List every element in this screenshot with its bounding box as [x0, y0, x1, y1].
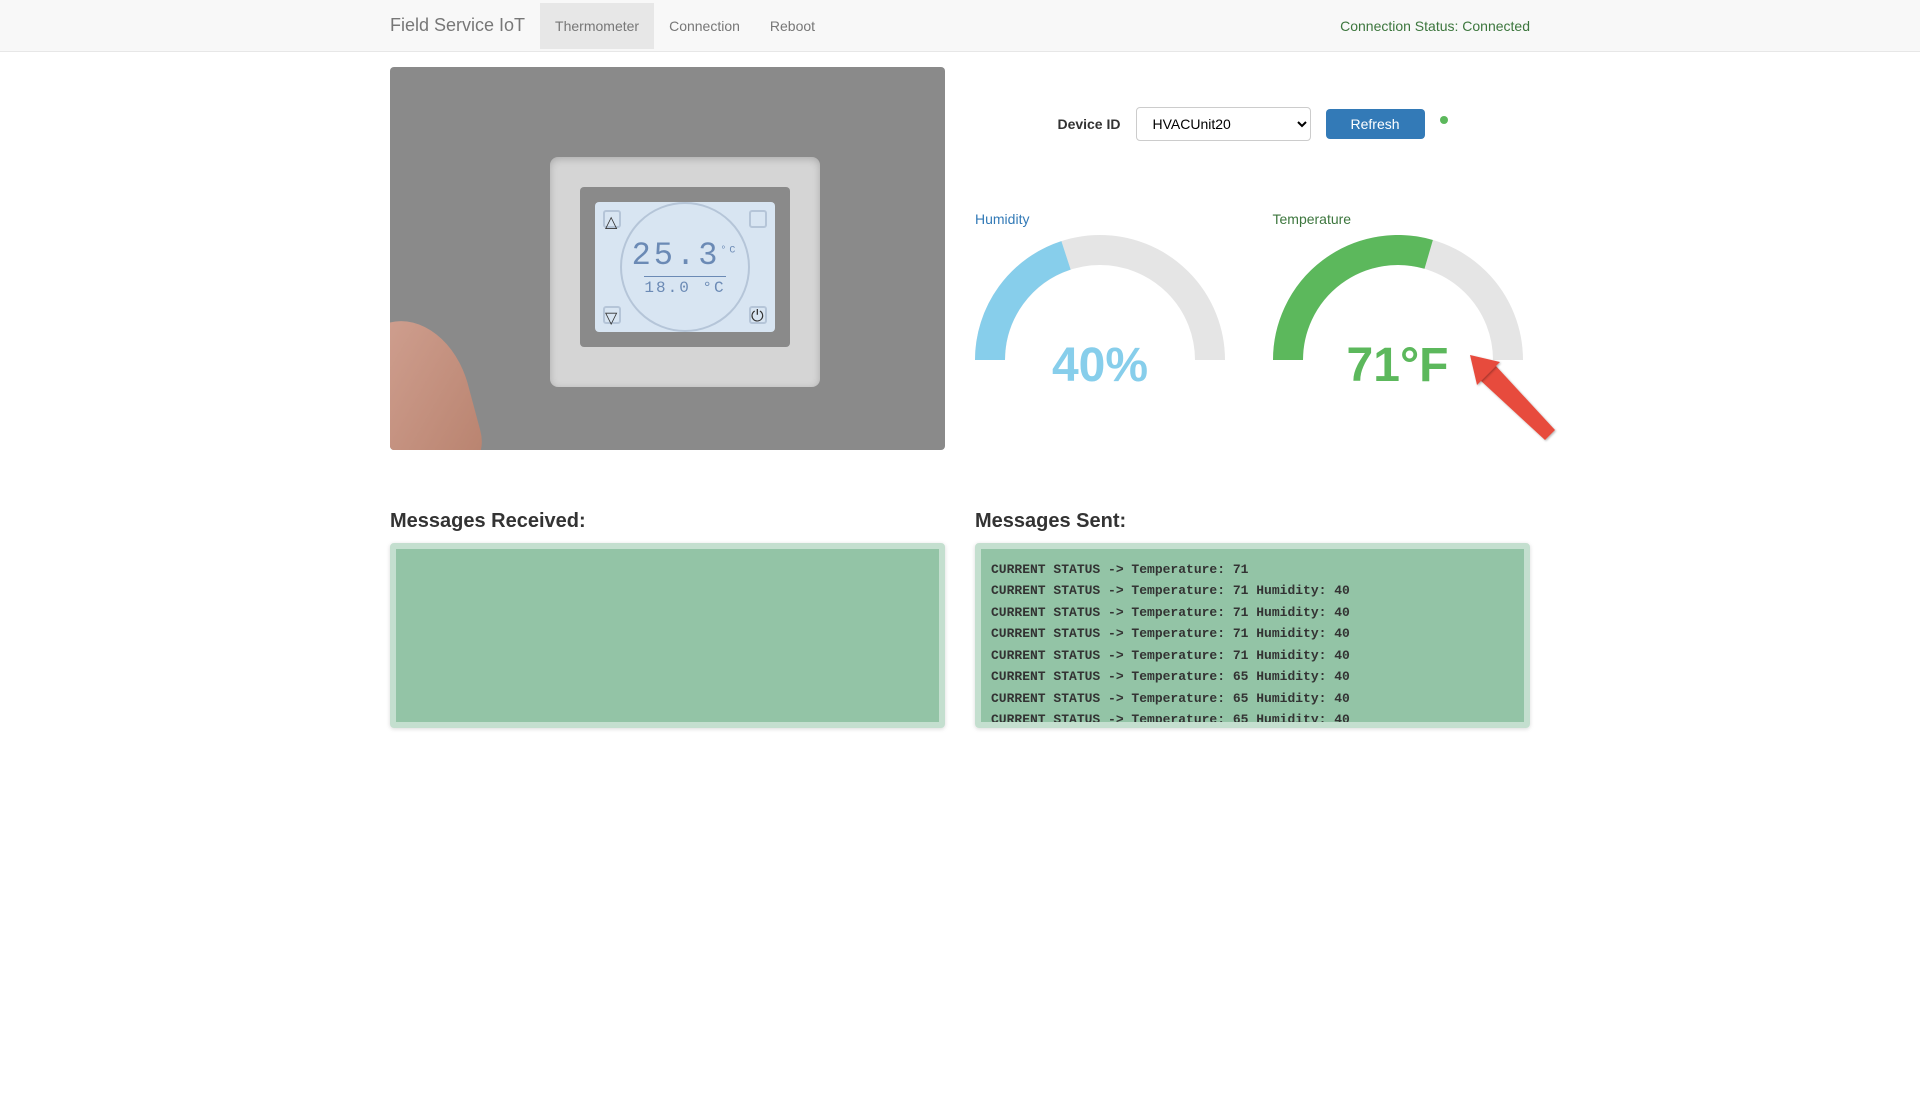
refresh-button[interactable]: Refresh — [1326, 109, 1425, 139]
connection-status: Connection Status: Connected — [1325, 3, 1545, 49]
temperature-gauge-title: Temperature — [1273, 211, 1531, 227]
device-id-label: Device ID — [1057, 116, 1120, 132]
messages-received-box[interactable] — [390, 543, 945, 728]
message-line: CURRENT STATUS -> Temperature: 71 Humidi… — [991, 623, 1514, 644]
humidity-gauge-value: 40% — [975, 338, 1225, 393]
device-id-select[interactable]: HVACUnit20 — [1136, 107, 1311, 141]
message-line: CURRENT STATUS -> Temperature: 71 Humidi… — [991, 645, 1514, 666]
tab-thermometer[interactable]: Thermometer — [540, 3, 654, 49]
brand-title[interactable]: Field Service IoT — [375, 0, 540, 51]
messages-sent-box[interactable]: CURRENT STATUS -> Temperature: 71CURRENT… — [975, 543, 1530, 728]
messages-sent-title: Messages Sent: — [975, 510, 1530, 533]
humidity-gauge-title: Humidity — [975, 211, 1233, 227]
humidity-gauge: Humidity 40% — [975, 211, 1233, 375]
tab-connection[interactable]: Connection — [654, 3, 755, 49]
message-line: CURRENT STATUS -> Temperature: 65 Humidi… — [991, 666, 1514, 687]
tab-reboot[interactable]: Reboot — [755, 3, 830, 49]
message-line: CURRENT STATUS -> Temperature: 71 Humidi… — [991, 602, 1514, 623]
thermostat-photo: △ ▽ ⏻ 25.3°C 18.0 °C — [390, 67, 945, 450]
temperature-gauge: Temperature 71°F — [1273, 211, 1531, 375]
message-line: CURRENT STATUS -> Temperature: 65 Humidi… — [991, 688, 1514, 709]
message-line: CURRENT STATUS -> Temperature: 71 — [991, 559, 1514, 580]
connection-status-value: Connected — [1462, 18, 1530, 34]
nav-tabs: Thermometer Connection Reboot — [540, 3, 830, 49]
status-dot-icon — [1440, 116, 1448, 124]
message-line: CURRENT STATUS -> Temperature: 65 Humidi… — [991, 709, 1514, 728]
messages-received-title: Messages Received: — [390, 510, 945, 533]
navbar: Field Service IoT Thermometer Connection… — [0, 0, 1920, 52]
device-control-bar: Device ID HVACUnit20 Refresh — [975, 67, 1530, 171]
connection-status-label: Connection Status: — [1340, 18, 1462, 34]
message-line: CURRENT STATUS -> Temperature: 71 Humidi… — [991, 580, 1514, 601]
temperature-gauge-value: 71°F — [1273, 338, 1523, 393]
